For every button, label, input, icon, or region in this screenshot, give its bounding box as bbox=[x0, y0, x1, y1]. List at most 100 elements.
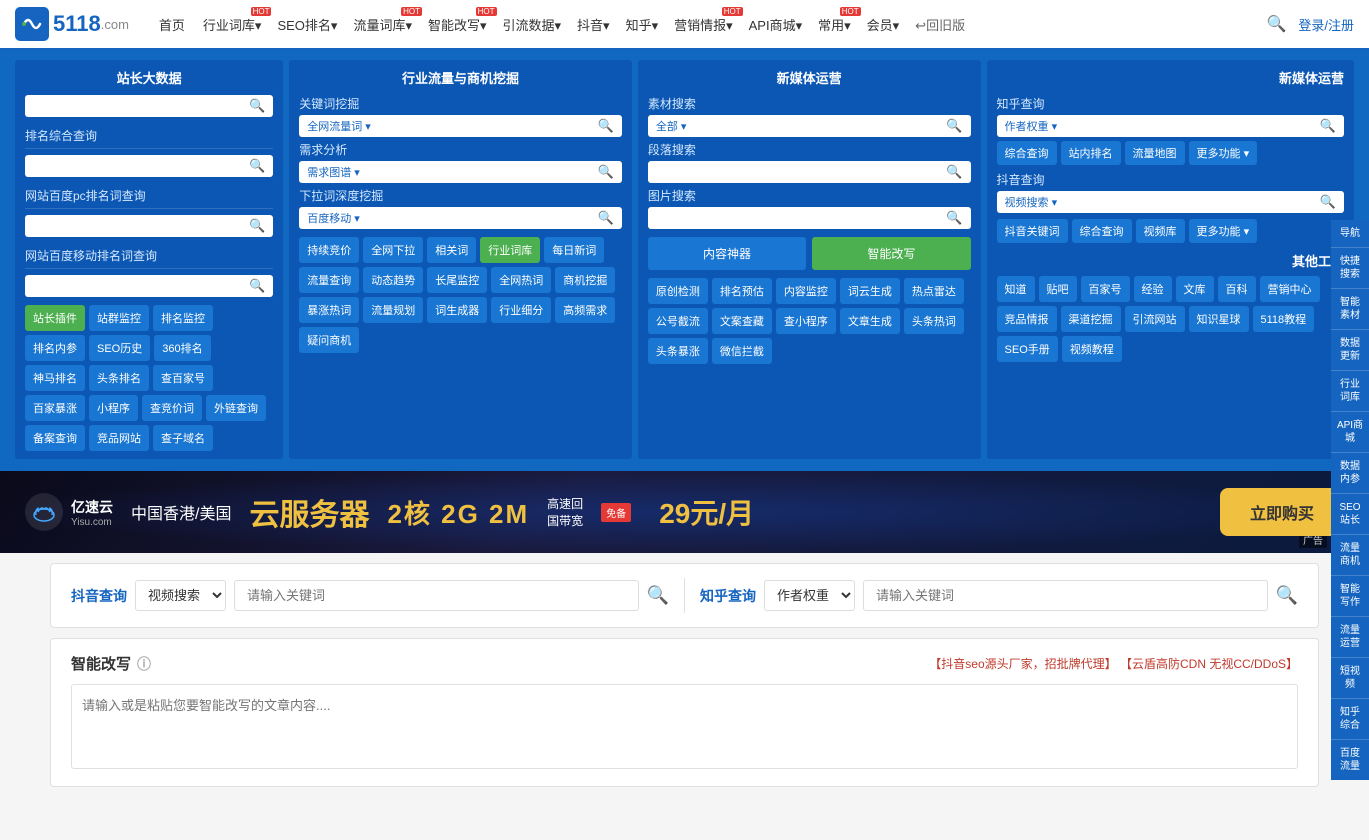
btn-related-words[interactable]: 相关词 bbox=[427, 237, 476, 263]
sidebar-item-traffic-biz[interactable]: 流量商机 bbox=[1331, 535, 1369, 576]
nav-industry-words[interactable]: 行业词库▾HOT bbox=[195, 11, 270, 38]
btn-traffic-map[interactable]: 流量地图 bbox=[1125, 141, 1185, 165]
btn-continuous-bid[interactable]: 持续竞价 bbox=[299, 237, 359, 263]
sidebar-item-quick-search[interactable]: 快捷搜索 bbox=[1331, 248, 1369, 289]
btn-icp[interactable]: 备案查询 bbox=[25, 425, 85, 451]
btn-industry-seg[interactable]: 行业细分 bbox=[491, 297, 551, 323]
nav-vip[interactable]: 会员▾ bbox=[859, 11, 908, 38]
btn-rank-estimate[interactable]: 排名预估 bbox=[712, 278, 772, 304]
btn-comprehensive2[interactable]: 综合查询 bbox=[1072, 219, 1132, 243]
zhihu-search-input[interactable] bbox=[863, 580, 1268, 611]
nav-common[interactable]: 常用▾HOT bbox=[810, 11, 859, 38]
btn-more-tiktok[interactable]: 更多功能 ▾ bbox=[1189, 219, 1258, 243]
sidebar-item-data-update[interactable]: 数据更新 bbox=[1331, 330, 1369, 371]
btn-more-features[interactable]: 更多功能 ▾ bbox=[1189, 141, 1258, 165]
btn-video-tutorial[interactable]: 视频教程 bbox=[1062, 336, 1122, 362]
login-button[interactable]: 登录/注册 bbox=[1298, 15, 1354, 34]
sidebar-item-nav[interactable]: 导航 bbox=[1331, 220, 1369, 248]
kw-search[interactable] bbox=[375, 120, 598, 132]
btn-longtail-monitor[interactable]: 长尾监控 bbox=[427, 267, 487, 293]
banner-ad[interactable]: 亿速云 Yisu.com 中国香港/美国 云服务器 2核 2G 2M 高速回 国… bbox=[0, 471, 1369, 553]
nav-traffic-lib[interactable]: 流量词库▾HOT bbox=[345, 11, 420, 38]
sidebar-item-api[interactable]: API商城 bbox=[1331, 412, 1369, 453]
nav-tiktok[interactable]: 抖音▾ bbox=[569, 11, 618, 38]
btn-hot-words[interactable]: 全网热词 bbox=[491, 267, 551, 293]
smart-rewrite-textarea[interactable] bbox=[71, 684, 1298, 769]
smart-hint-icon[interactable]: ⓘ bbox=[137, 654, 151, 674]
btn-traffic-plan[interactable]: 流量规划 bbox=[363, 297, 423, 323]
btn-comprehensive-query[interactable]: 综合查询 bbox=[997, 141, 1057, 165]
tiktok-search-submit[interactable]: 🔍 bbox=[647, 585, 669, 606]
btn-site-monitor[interactable]: 站群监控 bbox=[89, 305, 149, 331]
smart-promo-link1[interactable]: 【抖音seo源头厂家，招批牌代理】 bbox=[929, 657, 1116, 671]
para-search[interactable] bbox=[656, 166, 946, 178]
zhihu-select-menu[interactable]: 作者权重 ▾ bbox=[1005, 118, 1058, 134]
tiktok-search-select[interactable]: 视频搜索 账号搜索 音乐搜索 bbox=[135, 580, 226, 611]
nav-seo[interactable]: SEO排名▾ bbox=[269, 11, 345, 38]
btn-tieba[interactable]: 贴吧 bbox=[1039, 276, 1077, 302]
btn-marketing-center[interactable]: 营销中心 bbox=[1260, 276, 1320, 302]
col1-link3[interactable]: 网站百度移动排名词查询 bbox=[25, 243, 273, 269]
tiktok-select-menu[interactable]: 视频搜索 ▾ bbox=[1005, 194, 1058, 210]
logo[interactable]: 5118 .com bbox=[15, 7, 129, 41]
btn-smart-rewrite-menu[interactable]: 智能改写 bbox=[812, 237, 970, 270]
sidebar-item-traffic-ops[interactable]: 流量运营 bbox=[1331, 617, 1369, 658]
sidebar-item-zhihu-all[interactable]: 知乎综合 bbox=[1331, 699, 1369, 740]
btn-check-mini[interactable]: 查小程序 bbox=[776, 308, 836, 334]
para-search-icon[interactable]: 🔍 bbox=[946, 164, 962, 180]
sidebar-item-short-video[interactable]: 短视频 bbox=[1331, 658, 1369, 699]
sidebar-item-data-inner[interactable]: 数据内参 bbox=[1331, 453, 1369, 494]
demand-select[interactable]: 需求图谱 ▾ bbox=[307, 164, 360, 180]
nav-old-version[interactable]: ↩回旧版 bbox=[907, 11, 973, 38]
nav-home[interactable]: 首页 bbox=[149, 11, 195, 38]
btn-content-tool[interactable]: 内容神器 bbox=[648, 237, 806, 270]
btn-competitor-info[interactable]: 竞品情报 bbox=[997, 306, 1057, 332]
material-search-icon[interactable]: 🔍 bbox=[946, 118, 962, 134]
btn-rank-inner[interactable]: 排名内参 bbox=[25, 335, 85, 361]
col1-link2[interactable]: 网站百度pc排名词查询 bbox=[25, 183, 273, 209]
col1-search1-icon[interactable]: 🔍 bbox=[249, 98, 265, 114]
col1-search2-icon[interactable]: 🔍 bbox=[249, 158, 265, 174]
btn-article-gen[interactable]: 文章生成 bbox=[840, 308, 900, 334]
material-select[interactable]: 全部 ▾ bbox=[656, 118, 687, 134]
btn-word-gen[interactable]: 词生成器 bbox=[427, 297, 487, 323]
btn-copy-collect[interactable]: 文案查藏 bbox=[712, 308, 772, 334]
col1-search2[interactable] bbox=[33, 160, 249, 172]
tiktok-search-icon-menu[interactable]: 🔍 bbox=[1320, 194, 1336, 210]
sidebar-item-smart-write[interactable]: 智能写作 bbox=[1331, 576, 1369, 617]
nav-smart-rewrite[interactable]: 智能改写▾HOT bbox=[420, 11, 495, 38]
btn-full-dropdown[interactable]: 全网下拉 bbox=[363, 237, 423, 263]
btn-seo-history[interactable]: SEO历史 bbox=[89, 335, 150, 361]
sidebar-item-seo-master[interactable]: SEO站长 bbox=[1331, 494, 1369, 535]
btn-daily-new[interactable]: 每日新词 bbox=[544, 237, 604, 263]
btn-high-freq[interactable]: 高频需求 bbox=[555, 297, 615, 323]
zhihu-search-menu[interactable] bbox=[1061, 120, 1320, 132]
btn-pub-intercept[interactable]: 公号截流 bbox=[648, 308, 708, 334]
banner-buy-button[interactable]: 立即购买 bbox=[1220, 488, 1344, 536]
btn-dynamic-trend[interactable]: 动态趋势 bbox=[363, 267, 423, 293]
btn-knowledge-star[interactable]: 知识星球 bbox=[1189, 306, 1249, 332]
btn-biz-mine[interactable]: 商机挖掘 bbox=[555, 267, 615, 293]
btn-360-rank[interactable]: 360排名 bbox=[154, 335, 210, 361]
btn-content-monitor[interactable]: 内容监控 bbox=[776, 278, 836, 304]
header-search-icon[interactable]: 🔍 bbox=[1266, 14, 1286, 34]
btn-original-check[interactable]: 原创检测 bbox=[648, 278, 708, 304]
btn-headline-surge[interactable]: 头条暴涨 bbox=[648, 338, 708, 364]
btn-traffic-query[interactable]: 流量查询 bbox=[299, 267, 359, 293]
img-search[interactable] bbox=[656, 212, 946, 224]
nav-marketing[interactable]: 营销情报▾HOT bbox=[666, 11, 741, 38]
nav-api[interactable]: API商城▾ bbox=[741, 11, 810, 38]
btn-video-lib[interactable]: 视频库 bbox=[1136, 219, 1185, 243]
kw-select[interactable]: 全网流量词 ▾ bbox=[307, 118, 371, 134]
nav-traffic-data[interactable]: 引流数据▾ bbox=[495, 11, 570, 38]
btn-site-rank[interactable]: 站内排名 bbox=[1061, 141, 1121, 165]
sidebar-item-baidu-traffic[interactable]: 百度流量 bbox=[1331, 740, 1369, 780]
demand-search-icon[interactable]: 🔍 bbox=[598, 164, 614, 180]
btn-headline-rank[interactable]: 头条排名 bbox=[89, 365, 149, 391]
btn-check-bid[interactable]: 查竞价词 bbox=[142, 395, 202, 421]
smart-promo-link2[interactable]: 【云盾高防CDN 无视CC/DDoS】 bbox=[1120, 657, 1298, 671]
btn-zhidao[interactable]: 知道 bbox=[997, 276, 1035, 302]
btn-industry-lib[interactable]: 行业词库 bbox=[480, 237, 540, 263]
btn-mini-program[interactable]: 小程序 bbox=[89, 395, 138, 421]
btn-wechat-block[interactable]: 微信拦截 bbox=[712, 338, 772, 364]
